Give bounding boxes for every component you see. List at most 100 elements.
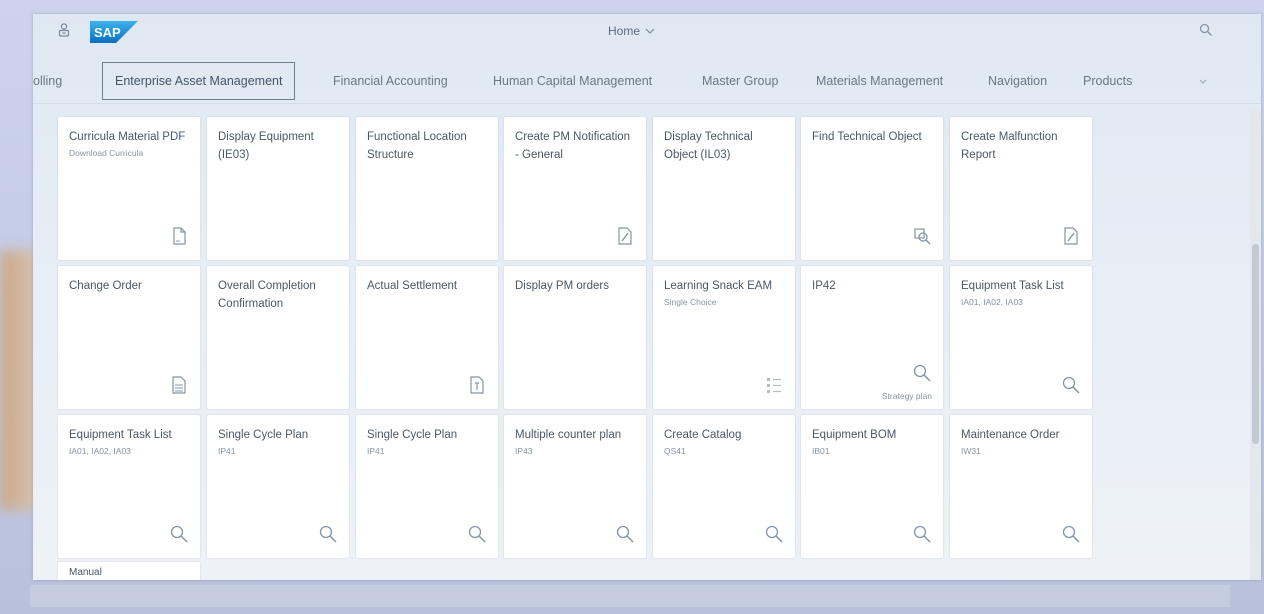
launchpad-tile[interactable]: Change Order	[58, 266, 200, 409]
launchpad-tile[interactable]: Curricula Material PDF Download Curricula	[58, 117, 200, 260]
tile-subtitle: IP41	[218, 446, 236, 456]
launchpad-tile[interactable]: Functional Location Structure	[356, 117, 498, 260]
search-icon	[912, 363, 932, 383]
tile-title: Multiple counter plan IP43	[515, 426, 637, 457]
tile-title: Single Cycle Plan IP41	[218, 426, 340, 457]
tile-title-text: Create Malfunction Report	[961, 131, 1058, 161]
tab-overflow-icon[interactable]	[1198, 76, 1208, 86]
tab-navigation[interactable]: Navigation	[988, 62, 1047, 100]
home-title-menu[interactable]: Home	[608, 23, 655, 39]
launchpad-tile[interactable]: Display PM orders	[504, 266, 646, 409]
sap-logo[interactable]: SAP	[90, 21, 138, 43]
tile-subtitle: Download Curricula	[69, 148, 144, 158]
tile-title: Equipment BOM IB01	[812, 426, 934, 457]
tile-title-text: Change Order	[69, 280, 142, 292]
tile-title: Find Technical Object	[812, 128, 934, 146]
tile-title: Curricula Material PDF Download Curricula	[69, 128, 191, 159]
search-icon	[318, 524, 338, 544]
search-icon	[467, 524, 487, 544]
tile-subtitle: IA01, IA02, IA03	[69, 446, 131, 456]
launchpad-tile[interactable]: Find Technical Object	[801, 117, 943, 260]
tile-title-text: Display Equipment (IE03)	[218, 131, 314, 161]
scrollbar-thumb[interactable]	[1252, 244, 1259, 444]
launchpad-tile[interactable]: Create Malfunction Report	[950, 117, 1092, 260]
launchpad-tile[interactable]: Maintenance Order IW31	[950, 415, 1092, 558]
tile-title-text: Find Technical Object	[812, 131, 922, 143]
tile-title-text: Learning Snack EAM	[664, 280, 773, 292]
launchpad-tile[interactable]: IP42 Strategy plan	[801, 266, 943, 409]
tile-title: Equipment Task List IA01, IA02, IA03	[961, 277, 1083, 308]
launchpad-tile[interactable]: Create Catalog QS41	[653, 415, 795, 558]
tile-title: Create Malfunction Report	[961, 128, 1083, 164]
tile-title: Maintenance Order IW31	[961, 426, 1083, 457]
tab-controlling[interactable]: olling	[33, 62, 62, 100]
search-icon	[1061, 375, 1081, 395]
tile-footer: Strategy plan	[881, 391, 932, 401]
tab-master-group[interactable]: Master Group	[702, 62, 778, 100]
search-icon	[615, 524, 635, 544]
tile-title: Equipment Task List IA01, IA02, IA03	[69, 426, 191, 457]
launchpad-tile[interactable]: Equipment BOM IB01	[801, 415, 943, 558]
svg-text:SAP: SAP	[94, 25, 121, 40]
search-icon	[169, 524, 189, 544]
tile-title: Display Technical Object (IL03)	[664, 128, 786, 164]
tile-subtitle: IA01, IA02, IA03	[961, 297, 1023, 307]
tile-title: Overall Completion Confirmation	[218, 277, 340, 313]
tile-title-text: Create Catalog	[664, 429, 742, 441]
tile-title: Learning Snack EAM Single Choice	[664, 277, 786, 308]
tab-materials-management[interactable]: Materials Management	[816, 62, 943, 100]
tile-subtitle: IB01	[812, 446, 830, 456]
edit-document-icon	[615, 226, 635, 246]
find-object-icon	[912, 226, 932, 246]
launchpad-tile[interactable]: Display Technical Object (IL03)	[653, 117, 795, 260]
backdrop-band	[30, 585, 1230, 607]
tile-subtitle: IP41	[367, 446, 385, 456]
tile-title: IP42	[812, 277, 934, 295]
order-document-icon	[169, 375, 189, 395]
tile-partial[interactable]: Manual	[58, 562, 200, 580]
tile-title-text: Multiple counter plan	[515, 429, 622, 441]
tile-title-text: Equipment BOM	[812, 429, 897, 441]
tile-subtitle: Single Choice	[664, 297, 717, 307]
tile-title-text: Equipment Task List	[69, 429, 172, 441]
tile-title: Display Equipment (IE03)	[218, 128, 340, 164]
tile-title: Create Catalog QS41	[664, 426, 786, 457]
edit-document-icon	[1061, 226, 1081, 246]
launchpad-tile[interactable]: Equipment Task List IA01, IA02, IA03	[58, 415, 200, 558]
user-icon[interactable]	[58, 23, 70, 37]
search-icon	[764, 524, 784, 544]
tile-title-text: Display PM orders	[515, 280, 609, 292]
shell-bar: SAP Home	[33, 14, 1261, 48]
launchpad-tile[interactable]: Overall Completion Confirmation	[207, 266, 349, 409]
tile-title-text: Maintenance Order	[961, 429, 1060, 441]
tab-human-capital-management[interactable]: Human Capital Management	[493, 62, 652, 100]
tile-title-text: Curricula Material PDF	[69, 131, 186, 143]
tile-subtitle: QS41	[664, 446, 686, 456]
tile-title: Functional Location Structure	[367, 128, 489, 164]
launchpad-window: SAP Home olling Enterprise Asset Managem…	[33, 14, 1261, 580]
tab-enterprise-asset-management[interactable]: Enterprise Asset Management	[102, 62, 296, 100]
launchpad-tile[interactable]: Actual Settlement	[356, 266, 498, 409]
launchpad-tile[interactable]: Equipment Task List IA01, IA02, IA03	[950, 266, 1092, 409]
search-icon	[1061, 524, 1081, 544]
group-tab-bar: olling Enterprise Asset Management Finan…	[33, 62, 1261, 104]
launchpad-tile[interactable]: Single Cycle Plan IP41	[207, 415, 349, 558]
launchpad-tile[interactable]: Learning Snack EAM Single Choice	[653, 266, 795, 409]
tile-subtitle: IP43	[515, 446, 533, 456]
search-icon	[912, 524, 932, 544]
launchpad-tile[interactable]: Single Cycle Plan IP41	[356, 415, 498, 558]
launchpad-tile[interactable]: Create PM Notification - General	[504, 117, 646, 260]
tile-subtitle: IW31	[961, 446, 981, 456]
launchpad-tile[interactable]: Display Equipment (IE03)	[207, 117, 349, 260]
tile-title-text: Create PM Notification - General	[515, 131, 631, 161]
tile-title: Display PM orders	[515, 277, 637, 295]
document-icon	[169, 226, 189, 246]
list-icon	[764, 375, 784, 395]
tile-title-text: IP42	[812, 280, 836, 292]
tab-products[interactable]: Products	[1083, 62, 1132, 100]
search-icon[interactable]	[1199, 23, 1213, 37]
tile-title-text: Display Technical Object (IL03)	[664, 131, 753, 161]
tab-financial-accounting[interactable]: Financial Accounting	[333, 62, 448, 100]
launchpad-tile[interactable]: Multiple counter plan IP43	[504, 415, 646, 558]
tile-title-text: Actual Settlement	[367, 280, 458, 292]
